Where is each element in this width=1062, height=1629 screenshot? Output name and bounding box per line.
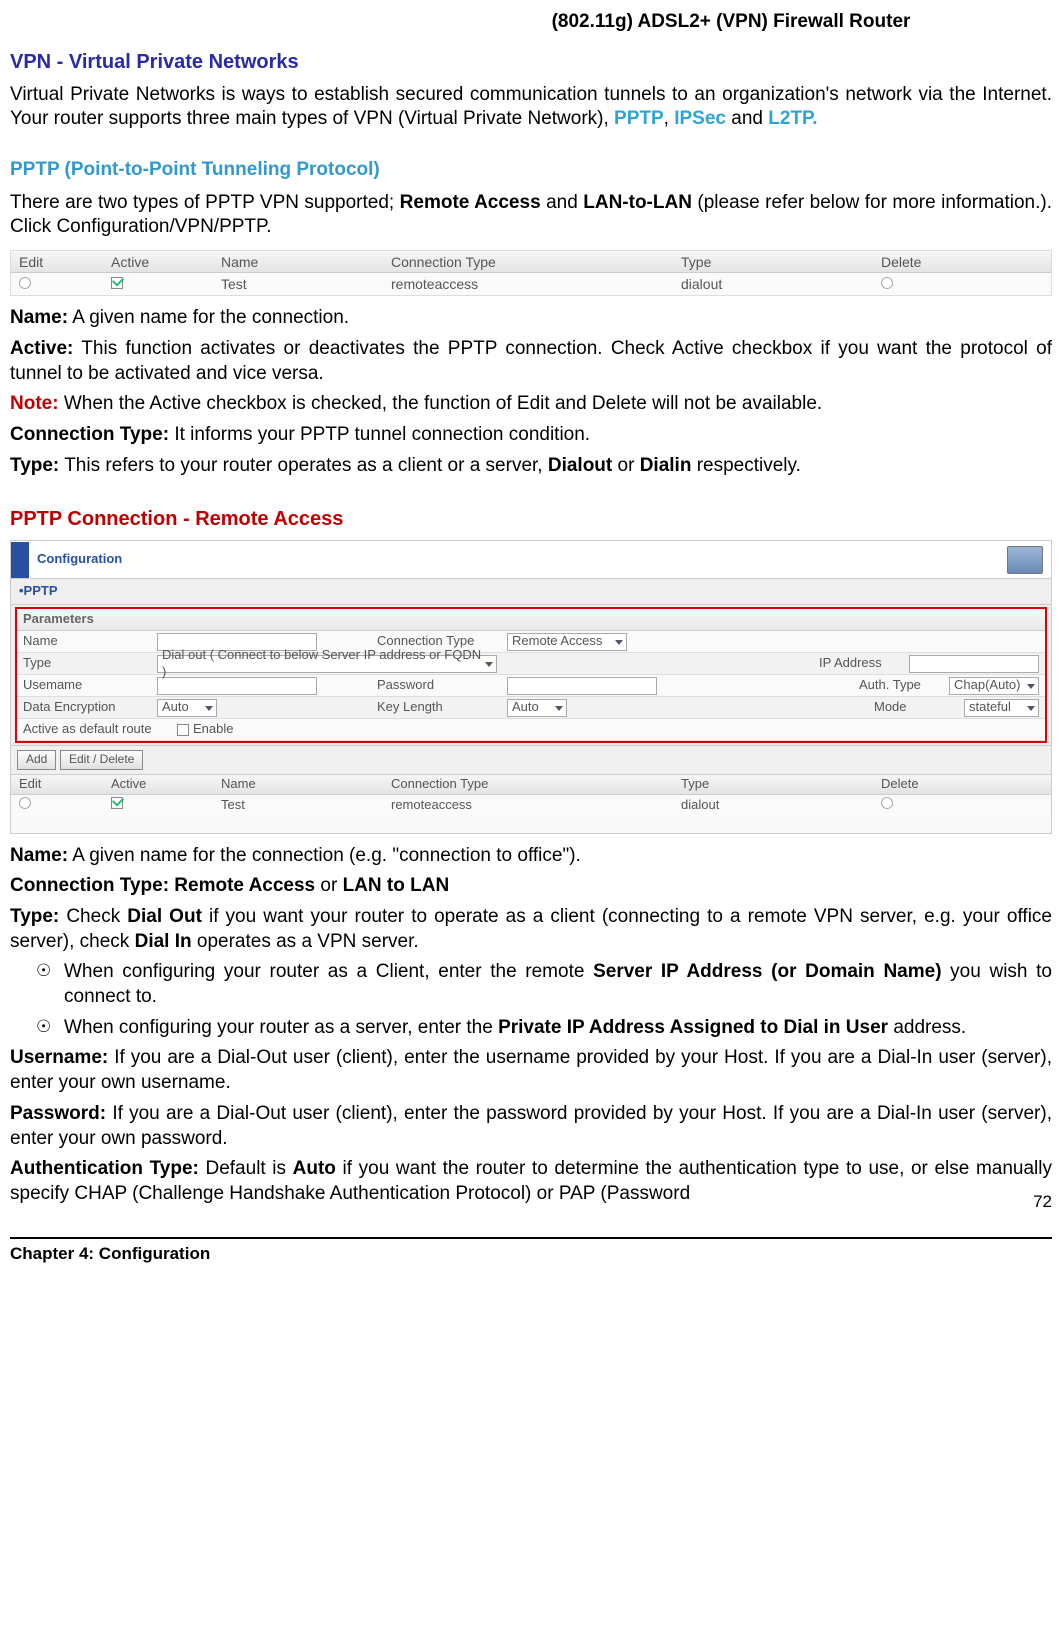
section-title-remote: PPTP Connection - Remote Access <box>10 506 1052 532</box>
cell-type: dialout <box>681 275 881 293</box>
col-conn: Connection Type <box>391 253 681 271</box>
def2-pass: Password: If you are a Dial-Out user (cl… <box>10 1102 1052 1151</box>
lbl-default-route: Active as default route <box>17 721 177 738</box>
mode-select[interactable]: stateful <box>964 699 1039 717</box>
lbl-key: Key Length <box>377 699 507 716</box>
def2-type: Type: Check Dial Out if you want your ro… <box>10 905 1052 954</box>
tab-pptp[interactable]: •PPTP <box>11 579 1051 605</box>
subsection-pptp: PPTP (Point-to-Point Tunneling Protocol) <box>10 158 1052 183</box>
def2-name: Name: A given name for the connection (e… <box>10 844 1052 869</box>
kw-pptp: PPTP <box>614 108 664 129</box>
def-name: Name: A given name for the connection. <box>10 306 1052 331</box>
type-bullets: When configuring your router as a Client… <box>10 960 1052 1040</box>
edit-radio[interactable] <box>19 797 31 809</box>
active-checkbox[interactable] <box>111 277 123 289</box>
col-name: Name <box>221 253 391 271</box>
enable-checkbox[interactable] <box>177 724 189 736</box>
row-enc: Data Encryption Auto Key Length Auto Mod… <box>17 697 1045 719</box>
kw-ipsec: IPSec <box>674 108 726 129</box>
lbl-enc: Data Encryption <box>17 699 157 716</box>
col-delete: Delete <box>881 253 1041 271</box>
table-row: Test remoteaccess dialout <box>11 273 1051 295</box>
lbl-user: Usemame <box>17 677 157 694</box>
auth-select[interactable]: Chap(Auto) <box>949 677 1039 695</box>
section-title-vpn: VPN - Virtual Private Networks <box>10 49 1052 75</box>
footer: Chapter 4: Configuration <box>10 1237 1052 1265</box>
panel-title: Configuration <box>37 551 122 568</box>
def2-conn: Connection Type: Remote Access or LAN to… <box>10 874 1052 899</box>
def2-user: Username: If you are a Dial-Out user (cl… <box>10 1046 1052 1095</box>
delete-radio[interactable] <box>881 797 893 809</box>
blue-accent-bar <box>11 542 29 578</box>
conn-type-select[interactable]: Remote Access <box>507 633 627 651</box>
enc-select[interactable]: Auto <box>157 699 217 717</box>
parameters-label: Parameters <box>17 609 1045 631</box>
cell-name: Test <box>221 275 391 293</box>
cell-conn: remoteaccess <box>391 275 681 293</box>
def-active: Active: This function activates or deact… <box>10 337 1052 386</box>
lbl-name: Name <box>17 633 157 650</box>
lbl-type: Type <box>17 655 157 672</box>
type-select[interactable]: Dial out ( Connect to below Server IP ad… <box>157 655 497 673</box>
def-type: Type: This refers to your router operate… <box>10 454 1052 479</box>
kw-l2tp: L2TP. <box>768 108 817 129</box>
page-header: (802.11g) ADSL2+ (VPN) Firewall Router <box>10 10 1052 35</box>
pptp-intro: There are two types of PPTP VPN supporte… <box>10 191 1052 240</box>
chapter-label: Chapter 4: Configuration <box>10 1243 210 1265</box>
panel-top: Configuration <box>11 541 1051 579</box>
lbl-enable: Enable <box>193 721 233 738</box>
highlighted-parameters: Parameters Name Connection Type Remote A… <box>15 607 1047 743</box>
delete-radio[interactable] <box>881 277 893 289</box>
col-type: Type <box>681 253 881 271</box>
key-select[interactable]: Auto <box>507 699 567 717</box>
monitor-icon <box>1007 546 1043 574</box>
password-input[interactable] <box>507 677 657 695</box>
bullet-client: When configuring your router as a Client… <box>64 960 1052 1009</box>
col-edit: Edit <box>11 253 111 271</box>
def-note: Note: When the Active checkbox is checke… <box>10 392 1052 417</box>
active-checkbox[interactable] <box>111 797 123 809</box>
lbl-auth: Auth. Type <box>859 677 949 694</box>
panel-table-header: Edit Active Name Connection Type Type De… <box>11 775 1051 795</box>
panel-table-row: Test remoteaccess dialout <box>11 795 1051 817</box>
ip-input[interactable] <box>909 655 1039 673</box>
config-panel: Configuration •PPTP Parameters Name Conn… <box>10 540 1052 833</box>
row-type: Type Dial out ( Connect to below Server … <box>17 653 1045 675</box>
row-default-route: Active as default route Enable <box>17 719 1045 741</box>
edit-delete-button[interactable]: Edit / Delete <box>60 750 143 770</box>
col-active: Active <box>111 253 221 271</box>
vpn-intro: Virtual Private Networks is ways to esta… <box>10 83 1052 132</box>
lbl-ip: IP Address <box>819 655 909 672</box>
edit-radio[interactable] <box>19 277 31 289</box>
def-conn: Connection Type: It informs your PPTP tu… <box>10 423 1052 448</box>
add-button[interactable]: Add <box>17 750 56 770</box>
lbl-mode: Mode <box>874 699 964 716</box>
bullet-server: When configuring your router as a server… <box>64 1016 1052 1041</box>
table-header-row: Edit Active Name Connection Type Type De… <box>11 251 1051 273</box>
button-row: Add Edit / Delete <box>11 745 1051 775</box>
pptp-list-table: Edit Active Name Connection Type Type De… <box>10 250 1052 296</box>
